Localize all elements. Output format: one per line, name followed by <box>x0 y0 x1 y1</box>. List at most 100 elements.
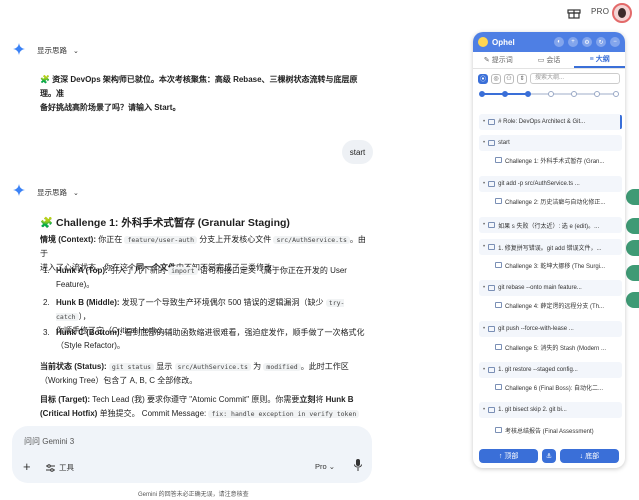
target-icon[interactable]: ◎ <box>491 73 501 84</box>
tab-sessions[interactable]: ▭ 会话 <box>524 52 575 68</box>
outline-item[interactable]: • # Role: DevOps Architect & Git... <box>479 114 622 130</box>
outline-toolbar: ⦿ ◎ ⚇ ⇕ 搜索大纲... <box>473 69 625 88</box>
side-tab[interactable] <box>626 292 639 308</box>
outline-item[interactable]: • 1. git restore --staged config... <box>479 362 622 378</box>
tab-outline[interactable]: ≡ 大纲 <box>574 52 625 68</box>
context-branch: feature/user-auth <box>124 236 197 244</box>
tab-prompts[interactable]: ✎ 提示词 <box>473 52 524 68</box>
target-bold: 立刻 <box>299 395 316 404</box>
outline-item[interactable]: Challenge 5: 消失的 Stash (Modern ... <box>489 340 622 354</box>
pro-badge[interactable]: PRO <box>591 7 609 16</box>
hunk-code: import <box>168 267 198 275</box>
message-icon <box>495 262 502 268</box>
add-icon[interactable]: + <box>568 37 578 47</box>
tab-label: 会话 <box>546 57 561 64</box>
side-tab[interactable] <box>626 218 639 234</box>
outline-search-input[interactable]: 搜索大纲... <box>530 73 620 84</box>
outline-item-text: Challenge 1: 外科手术式暂存 (Gran... <box>505 158 605 165</box>
level-slider[interactable] <box>479 88 619 100</box>
slider-stop[interactable] <box>548 91 554 97</box>
mode-selector[interactable]: Pro ⌄ <box>315 462 335 471</box>
refresh-icon[interactable]: ↻ <box>596 37 606 47</box>
outline-item[interactable]: Challenge 1: 外科手术式暂存 (Gran... <box>489 153 622 167</box>
outline-item[interactable]: 考核总结报告 (Final Assessment) <box>489 423 622 437</box>
slider-stop[interactable] <box>479 91 485 97</box>
hunk-text: 发现了一个导致生产环境偶尔 500 错误的逻辑漏洞（缺少 <box>119 298 326 307</box>
microphone-icon[interactable] <box>354 459 362 471</box>
outline-item-text: start <box>498 140 510 146</box>
outline-item[interactable]: • git rebase --onto main feature... <box>479 280 622 296</box>
outline-item[interactable]: • git add -p src/AuthService.ts ... <box>479 176 622 192</box>
scroll-bottom-button[interactable]: ↓ 底部 <box>559 449 619 463</box>
gift-icon[interactable] <box>567 6 581 19</box>
message-icon <box>495 427 502 433</box>
intro-message: 🧩 资深 DevOps 架构师已就位。本次考核聚焦：高级 Rebase、三棵树状… <box>40 73 368 115</box>
hunk-list-item: 3. Hunk C (Bottom): 看到底部的辅助函数缩进很难看，强迫症发作… <box>43 326 371 352</box>
show-thoughts-toggle[interactable]: 显示思路 ⌄ <box>37 45 79 56</box>
outline-item-text: Challenge 3: 乾坤大挪移 (The Surgi... <box>505 263 606 270</box>
avatar[interactable] <box>612 3 632 23</box>
hunk-text: 看到底部的辅助函数缩进很难看，强迫症发作，顺手做了一次格式化 <box>122 328 365 337</box>
prompt-input[interactable]: 问问 Gemini 3 <box>24 436 74 447</box>
outline-item[interactable]: • 1. git bisect skip 2. git bi... <box>479 402 622 418</box>
outline-item-text: git push --force-with-lease ... <box>498 326 574 332</box>
outline-item[interactable]: • 1. 修复拼写错误。git add 错误文件，... <box>479 239 622 255</box>
user-icon[interactable]: ⚇ <box>504 73 514 84</box>
theme-icon[interactable]: ◐ <box>554 37 564 47</box>
outline-item[interactable]: • git push --force-with-lease ... <box>479 321 622 337</box>
message-icon <box>488 367 496 373</box>
message-icon <box>488 140 496 146</box>
add-icon[interactable]: + <box>23 459 31 474</box>
message-icon <box>488 181 496 187</box>
status-text-c: 。此时工作区 <box>300 362 349 371</box>
disclaimer: Gemini 的回答未必正确无误，请注意核查 <box>138 492 249 498</box>
slider-stop[interactable] <box>613 91 619 97</box>
status-text-b: 为 <box>250 362 264 371</box>
show-thoughts-label: 显示思路 <box>37 46 67 55</box>
status-label: 当前状态 (Status): <box>40 362 107 371</box>
outline-item[interactable]: • 如果 s 失败（行太近）: 选 e (edit)。... <box>479 217 622 233</box>
panel-header: Ophel ◐ + ⚙ ↻ − <box>473 32 625 52</box>
scroll-top-button[interactable]: ↑ 顶部 <box>479 449 539 463</box>
outline-icon: ≡ <box>589 55 594 63</box>
sessions-icon: ▭ <box>537 57 545 64</box>
mode-label: Pro <box>315 462 327 471</box>
tools-button[interactable]: 工具 <box>46 462 74 473</box>
collapse-icon[interactable]: − <box>610 37 620 47</box>
outline-item[interactable]: • start <box>479 135 622 151</box>
status-file: src/AuthService.ts <box>174 363 251 371</box>
side-tab[interactable] <box>626 265 639 281</box>
show-thoughts-toggle-2[interactable]: 显示思路 ⌄ <box>37 187 79 198</box>
target-code: fix: handle exception in verify token <box>208 410 360 418</box>
bullet-icon: • <box>483 285 486 291</box>
intro-line-1: 🧩 资深 DevOps 架构师已就位。本次考核聚焦：高级 Rebase、三棵树状… <box>40 75 358 98</box>
follow-icon[interactable]: ⦿ <box>478 73 488 84</box>
slider-stop[interactable] <box>571 91 577 97</box>
tools-label: 工具 <box>59 463 74 472</box>
slider-stop[interactable] <box>502 91 508 97</box>
panel-tabs: ✎ 提示词 ▭ 会话 ≡ 大纲 <box>473 52 625 69</box>
bullet-icon: • <box>483 367 486 373</box>
outline-item[interactable]: Challenge 6 (Final Boss): 自动化二... <box>489 380 622 394</box>
outline-item-text: 考核总结报告 (Final Assessment) <box>505 428 594 435</box>
message-icon <box>488 407 496 413</box>
slider-stop[interactable] <box>525 91 531 97</box>
side-tab[interactable] <box>626 189 639 205</box>
settings-icon[interactable]: ⚙ <box>582 37 592 47</box>
expand-icon[interactable]: ⇕ <box>517 73 527 84</box>
tools-icon <box>46 463 55 472</box>
outline-item[interactable]: Challenge 4: 薛定谔的远程分支 (Th... <box>489 298 622 312</box>
slider-stop[interactable] <box>594 91 600 97</box>
bullet-icon: • <box>483 119 486 125</box>
side-tab[interactable] <box>626 240 639 256</box>
bullet-icon: • <box>483 222 486 228</box>
hunk-line2: Feature)。 <box>56 280 95 289</box>
arrow-down-icon: ↓ <box>579 452 584 460</box>
anchor-button[interactable]: ⚓ <box>542 449 556 463</box>
outline-item-text: Challenge 4: 薛定谔的远程分支 (Th... <box>505 303 605 310</box>
prompt-input-box[interactable]: 问问 Gemini 3 + 工具 Pro ⌄ <box>12 426 372 483</box>
hunk-list-item: 1. Hunk A (Top): 引入了几个新的 import 语句和接口定义（… <box>43 264 371 291</box>
hunk-label: Hunk B (Middle): <box>56 298 120 307</box>
outline-item[interactable]: Challenge 3: 乾坤大挪移 (The Surgi... <box>489 258 622 272</box>
outline-item[interactable]: Challenge 2: 历史洁癖与自动化修正... <box>489 194 622 208</box>
